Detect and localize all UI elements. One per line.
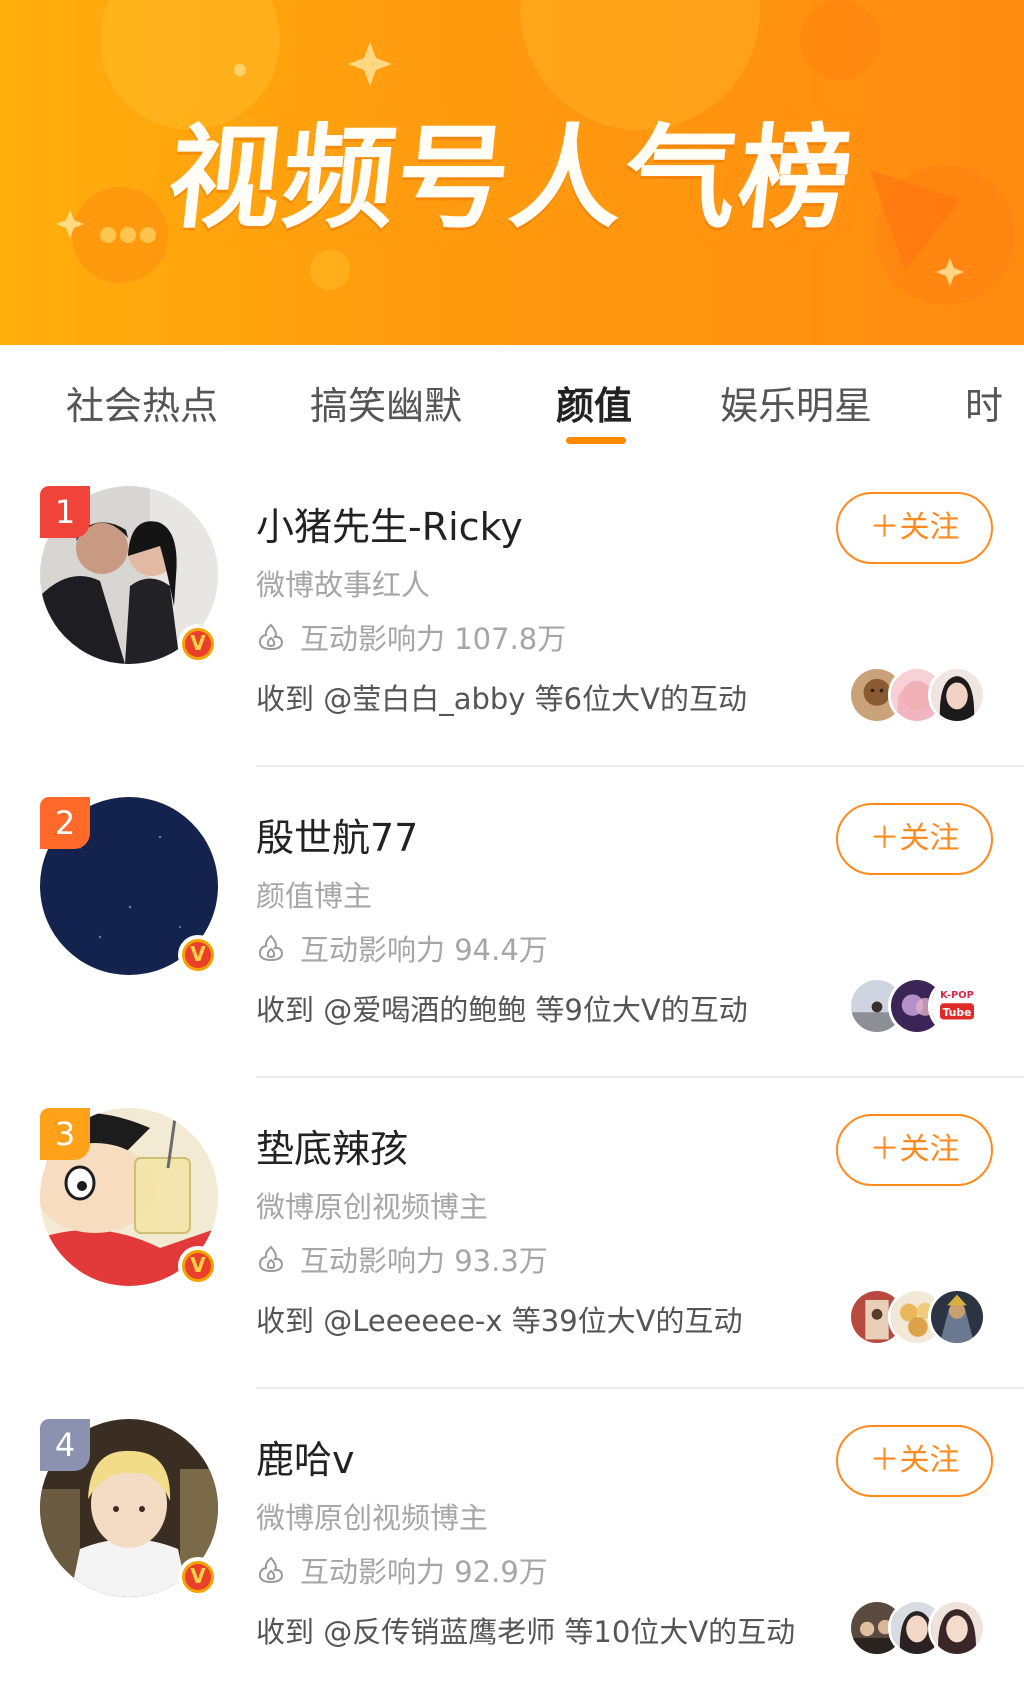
influence-row: 互动影响力 107.8万 — [256, 616, 566, 658]
influence-icon — [258, 623, 284, 651]
banner-title: 视频号人气榜 — [162, 114, 860, 244]
verified-v-icon: V — [178, 935, 218, 975]
influence-text: 互动影响力 94.4万 — [300, 933, 548, 967]
influence-text: 互动影响力 107.8万 — [300, 622, 567, 656]
user-name[interactable]: 垫底辣孩 — [256, 1118, 408, 1173]
mini-avatar — [928, 666, 986, 724]
verified-v-icon: V — [178, 624, 218, 664]
interaction-summary[interactable]: 收到 @反传销蓝鹰老师 等10位大V的互动 — [256, 1609, 795, 1651]
follow-button[interactable]: ＋关注 — [836, 1425, 993, 1497]
rank-badge: 2 — [40, 797, 90, 849]
influence-text: 互动影响力 92.9万 — [300, 1555, 548, 1589]
user-description: 微博原创视频博主 — [256, 1190, 489, 1224]
tab-social-hot[interactable]: 社会热点 — [66, 375, 218, 430]
follow-button[interactable]: ＋关注 — [836, 492, 993, 564]
svg-text:Tube: Tube — [943, 1006, 972, 1019]
interaction-summary[interactable]: 收到 @Leeeeee-x 等39位大V的互动 — [256, 1298, 743, 1340]
user-description: 微博原创视频博主 — [256, 1501, 489, 1535]
svg-text:K-POP: K-POP — [940, 990, 974, 1001]
interaction-summary[interactable]: 收到 @爱喝酒的鲍鲍 等9位大V的互动 — [256, 987, 748, 1029]
verified-v-icon: V — [178, 1557, 218, 1597]
list-item[interactable]: 2 V 殷世航77 颜值博主 互动影响力 94.4万 收到 @爱喝酒的鲍鲍 等9… — [0, 767, 1024, 1078]
kpop-tube-logo-icon: K-POP Tube — [928, 977, 986, 1035]
tab-funny[interactable]: 搞笑幽默 — [310, 375, 462, 430]
interacting-avatars[interactable] — [848, 1288, 998, 1346]
tab-fashion-partial[interactable]: 时 — [965, 375, 1003, 430]
mini-avatar — [928, 1288, 986, 1346]
banner: 视频号人气榜 — [0, 0, 1024, 345]
list-item[interactable]: 1 V 小猪先生-Ricky 微博故事红人 互动影响力 107.8万 收到 @莹… — [0, 456, 1024, 767]
influence-text: 互动影响力 93.3万 — [300, 1244, 548, 1278]
tab-entertainment[interactable]: 娱乐明星 — [720, 375, 872, 430]
active-tab-indicator — [566, 437, 626, 444]
interaction-summary[interactable]: 收到 @莹白白_abby 等6位大V的互动 — [256, 676, 747, 718]
mini-avatar — [928, 1599, 986, 1657]
interacting-avatars[interactable] — [848, 1599, 998, 1657]
rank-badge: 3 — [40, 1108, 90, 1160]
influence-row: 互动影响力 93.3万 — [256, 1238, 548, 1280]
influence-row: 互动影响力 94.4万 — [256, 927, 548, 969]
influence-icon — [258, 1245, 284, 1273]
list-item[interactable]: 3 V 垫底辣孩 微博原创视频博主 互动影响力 93.3万 收到 @Leeeee… — [0, 1078, 1024, 1389]
user-name[interactable]: 鹿哈v — [256, 1429, 355, 1484]
category-tabs: 社会热点 搞笑幽默 颜值 娱乐明星 时 — [0, 345, 1024, 455]
influence-row: 互动影响力 92.9万 — [256, 1549, 548, 1591]
interacting-avatars[interactable]: K-POP Tube — [848, 977, 998, 1035]
rank-badge: 4 — [40, 1419, 90, 1471]
user-name[interactable]: 殷世航77 — [256, 807, 418, 862]
influence-icon — [258, 1556, 284, 1584]
influence-icon — [258, 934, 284, 962]
follow-button[interactable]: ＋关注 — [836, 803, 993, 875]
rank-badge: 1 — [40, 486, 90, 538]
interacting-avatars[interactable] — [848, 666, 998, 724]
verified-v-icon: V — [178, 1246, 218, 1286]
user-name[interactable]: 小猪先生-Ricky — [256, 496, 523, 551]
tab-looks[interactable]: 颜值 — [556, 375, 632, 430]
user-description: 颜值博主 — [256, 879, 373, 913]
user-description: 微博故事红人 — [256, 568, 431, 602]
list-item[interactable]: 4 V 鹿哈v 微博原创视频博主 互动影响力 92.9万 收到 @反传销蓝鹰老师… — [0, 1389, 1024, 1700]
follow-button[interactable]: ＋关注 — [836, 1114, 993, 1186]
